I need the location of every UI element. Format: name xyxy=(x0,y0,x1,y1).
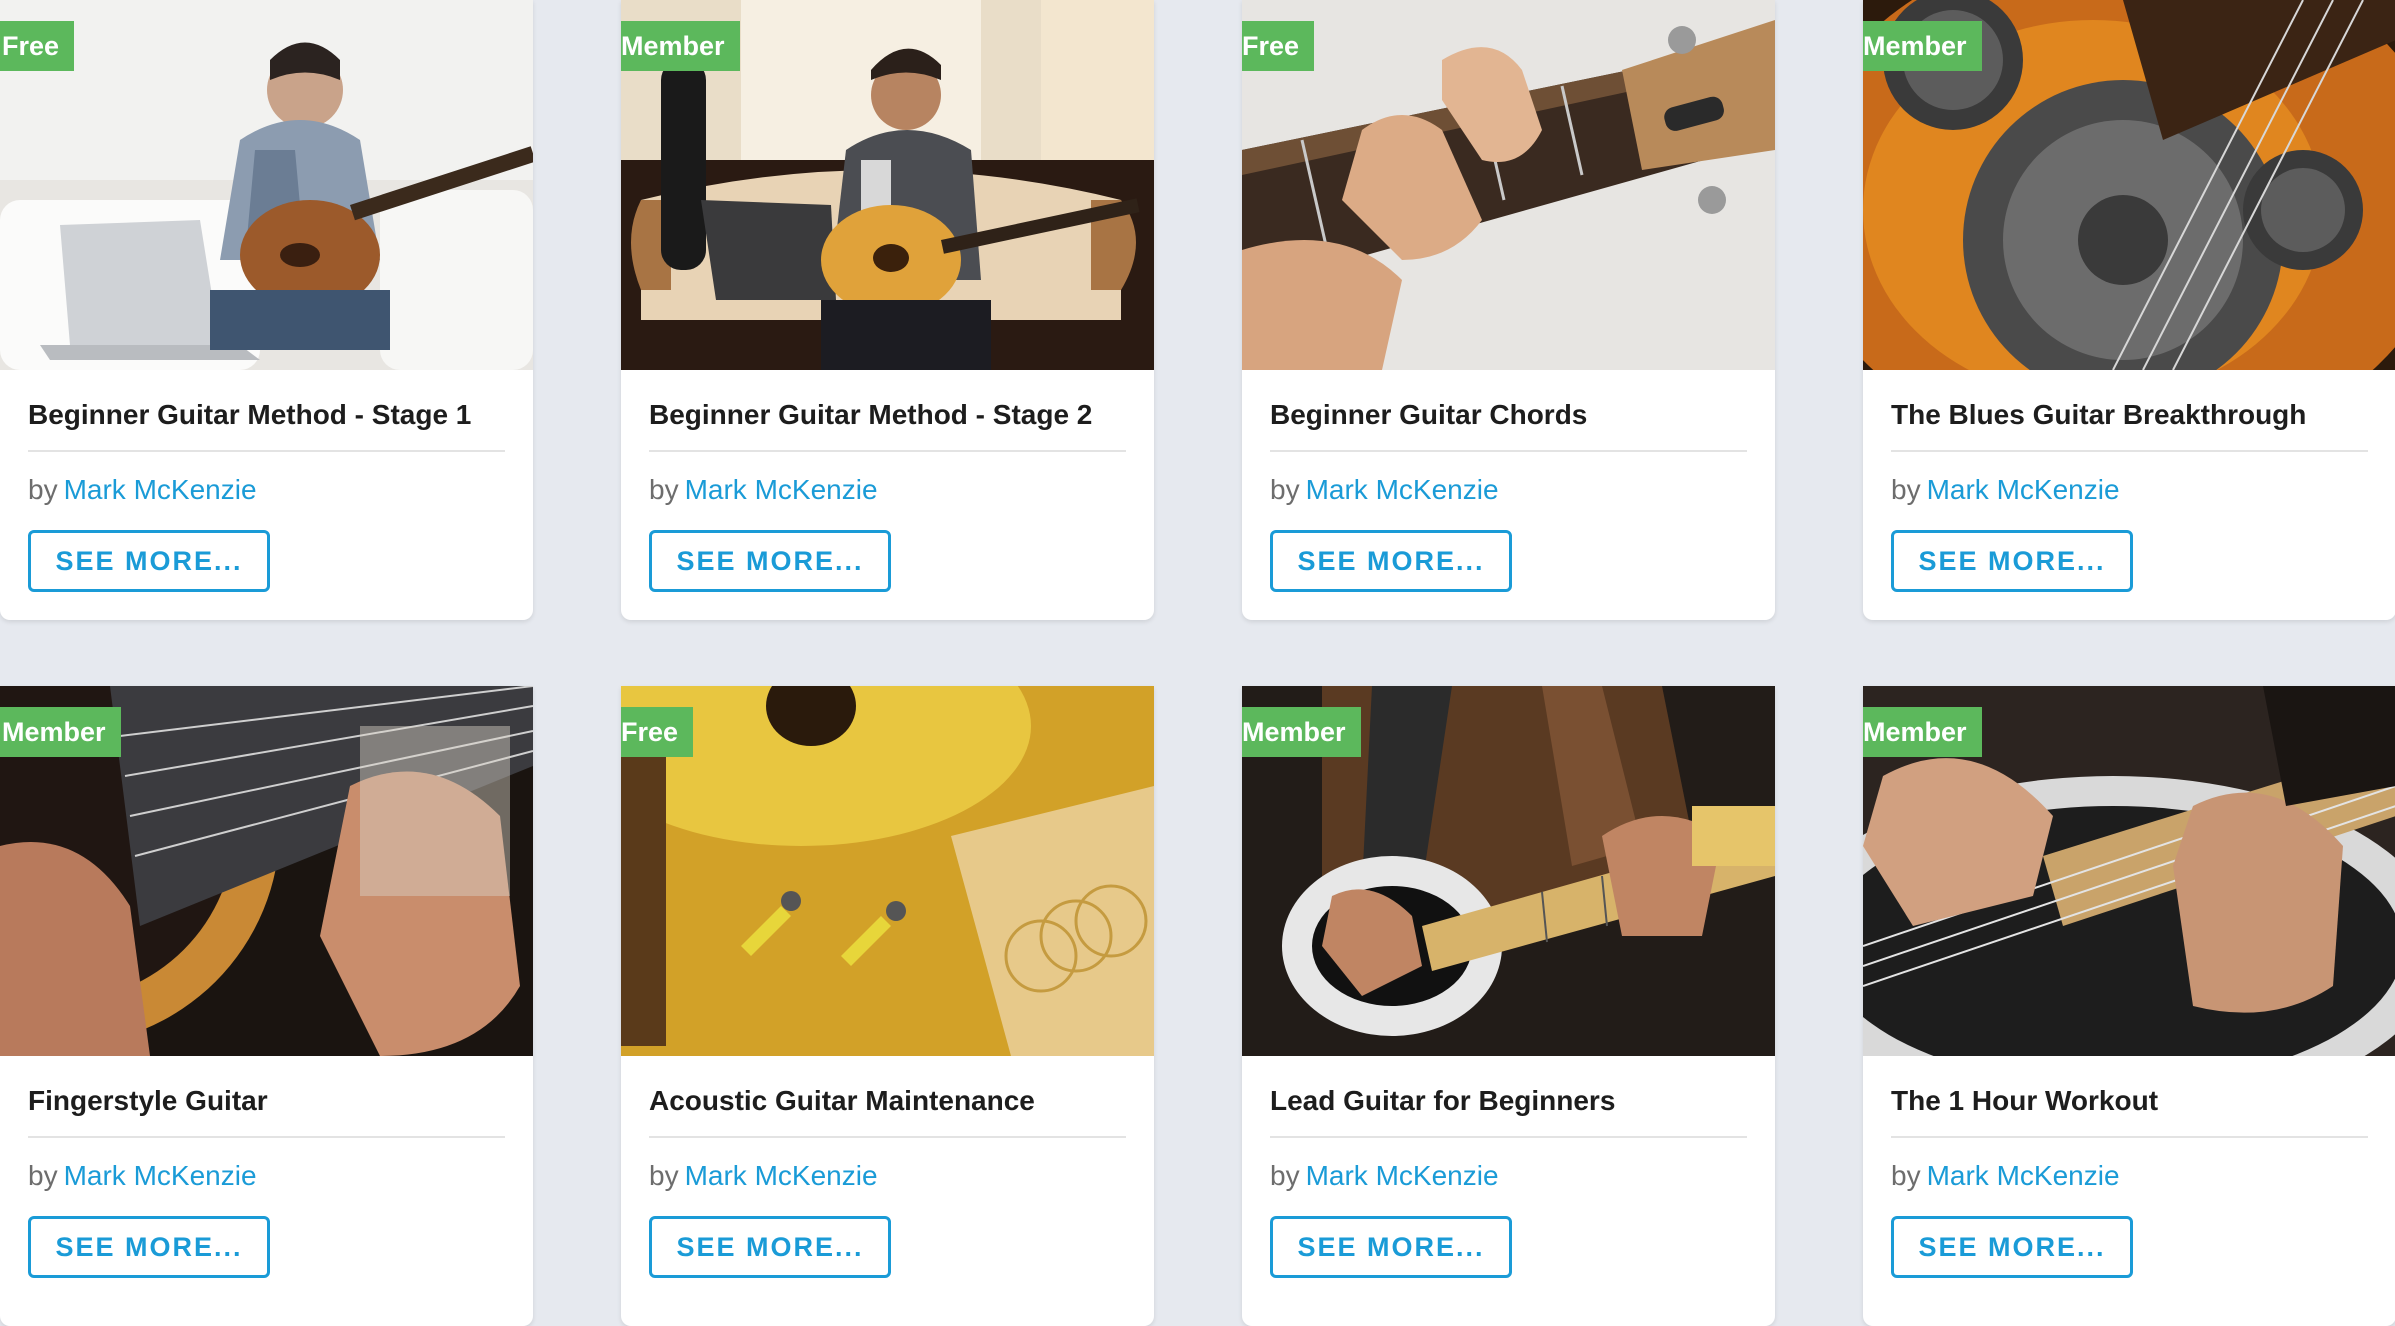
see-more-button[interactable]: SEE MORE... xyxy=(649,1216,891,1278)
divider xyxy=(1891,1136,2368,1138)
course-author: by Mark McKenzie xyxy=(1270,466,1747,514)
badge-free: Free xyxy=(1242,21,1315,83)
see-more-button[interactable]: SEE MORE... xyxy=(649,530,891,592)
see-more-button[interactable]: SEE MORE... xyxy=(28,530,270,592)
course-thumbnail[interactable]: Member xyxy=(1242,686,1775,1056)
course-thumbnail[interactable]: Free xyxy=(0,0,533,370)
badge-member: Member xyxy=(1242,707,1361,757)
course-author: by Mark McKenzie xyxy=(1891,466,2368,514)
course-title[interactable]: The 1 Hour Workout xyxy=(1891,1084,2368,1124)
course-card[interactable]: Free Beginner Guitar Method - Stage 1 by… xyxy=(0,0,533,620)
course-thumbnail[interactable]: Member xyxy=(0,686,533,1056)
card-body: Beginner Guitar Method - Stage 1 by Mark … xyxy=(0,370,533,592)
author-prefix: by xyxy=(1270,1160,1300,1191)
card-body: The Blues Guitar Breakthrough by Mark McK… xyxy=(1863,370,2395,592)
author-link[interactable]: Mark McKenzie xyxy=(64,474,257,505)
author-prefix: by xyxy=(649,1160,679,1191)
author-prefix: by xyxy=(1891,1160,1921,1191)
course-author: by Mark McKenzie xyxy=(649,466,1126,514)
badge-free: Free xyxy=(621,707,694,769)
course-card[interactable]: Member Beginner Guitar Method - Stage 2 … xyxy=(621,0,1154,620)
badge-member: Member xyxy=(0,707,121,757)
author-link[interactable]: Mark McKenzie xyxy=(685,1160,878,1191)
see-more-button[interactable]: SEE MORE... xyxy=(28,1216,270,1278)
course-title[interactable]: Acoustic Guitar Maintenance xyxy=(649,1084,1126,1124)
author-link[interactable]: Mark McKenzie xyxy=(1927,474,2120,505)
course-image xyxy=(1242,0,1775,370)
badge-member: Member xyxy=(1863,707,1982,757)
course-title[interactable]: The Blues Guitar Breakthrough xyxy=(1891,398,2368,438)
course-thumbnail[interactable]: Member xyxy=(1863,686,2395,1056)
course-card[interactable]: Free Beginner Guitar Chords by Mark McKen… xyxy=(1242,0,1775,620)
course-grid: Free Beginner Guitar Method - Stage 1 by… xyxy=(0,0,2395,1326)
course-author: by Mark McKenzie xyxy=(649,1152,1126,1200)
author-link[interactable]: Mark McKenzie xyxy=(64,1160,257,1191)
course-author: by Mark McKenzie xyxy=(1891,1152,2368,1200)
card-body: The 1 Hour Workout by Mark McKenzie SEE M… xyxy=(1863,1056,2395,1278)
course-title[interactable]: Beginner Guitar Chords xyxy=(1270,398,1747,438)
card-body: Beginner Guitar Method - Stage 2 by Mark … xyxy=(621,370,1154,592)
card-body: Fingerstyle Guitar by Mark McKenzie SEE M… xyxy=(0,1056,533,1278)
divider xyxy=(649,450,1126,452)
see-more-button[interactable]: SEE MORE... xyxy=(1891,1216,2133,1278)
author-link[interactable]: Mark McKenzie xyxy=(1927,1160,2120,1191)
badge-member: Member xyxy=(1863,21,1982,71)
divider xyxy=(1270,450,1747,452)
divider xyxy=(28,450,505,452)
course-author: by Mark McKenzie xyxy=(1270,1152,1747,1200)
author-link[interactable]: Mark McKenzie xyxy=(685,474,878,505)
badge-member: Member xyxy=(621,21,740,71)
card-body: Acoustic Guitar Maintenance by Mark McKen… xyxy=(621,1056,1154,1278)
course-author: by Mark McKenzie xyxy=(28,1152,505,1200)
course-card[interactable]: Member Fingerstyle Guitar by Mark McKenzi… xyxy=(0,686,533,1326)
course-thumbnail[interactable]: Member xyxy=(1863,0,2395,370)
course-image xyxy=(0,0,533,370)
course-title[interactable]: Beginner Guitar Method - Stage 1 xyxy=(28,398,505,438)
author-prefix: by xyxy=(1891,474,1921,505)
card-body: Lead Guitar for Beginners by Mark McKenzi… xyxy=(1242,1056,1775,1278)
author-link[interactable]: Mark McKenzie xyxy=(1306,1160,1499,1191)
course-card[interactable]: Member The 1 Hour Workout by Mark McKenzi… xyxy=(1863,686,2395,1326)
course-card[interactable]: Member Lead Guitar for Beginners by Mark … xyxy=(1242,686,1775,1326)
course-image xyxy=(621,686,1154,1056)
course-title[interactable]: Fingerstyle Guitar xyxy=(28,1084,505,1124)
see-more-button[interactable]: SEE MORE... xyxy=(1270,530,1512,592)
course-author: by Mark McKenzie xyxy=(28,466,505,514)
course-card[interactable]: Member The Blues Guitar Breakthrough by M… xyxy=(1863,0,2395,620)
see-more-button[interactable]: SEE MORE... xyxy=(1270,1216,1512,1278)
course-title[interactable]: Beginner Guitar Method - Stage 2 xyxy=(649,398,1126,438)
badge-free: Free xyxy=(0,21,75,71)
author-prefix: by xyxy=(1270,474,1300,505)
course-title[interactable]: Lead Guitar for Beginners xyxy=(1270,1084,1747,1124)
author-prefix: by xyxy=(649,474,679,505)
course-card[interactable]: Free Acoustic Guitar Maintenance by Mark … xyxy=(621,686,1154,1326)
divider xyxy=(1270,1136,1747,1138)
author-link[interactable]: Mark McKenzie xyxy=(1306,474,1499,505)
course-thumbnail[interactable]: Free xyxy=(621,686,1154,1056)
see-more-button[interactable]: SEE MORE... xyxy=(1891,530,2133,592)
author-prefix: by xyxy=(28,474,58,505)
divider xyxy=(1891,450,2368,452)
course-thumbnail[interactable]: Free xyxy=(1242,0,1775,370)
author-prefix: by xyxy=(28,1160,58,1191)
divider xyxy=(649,1136,1126,1138)
card-body: Beginner Guitar Chords by Mark McKenzie S… xyxy=(1242,370,1775,592)
course-thumbnail[interactable]: Member xyxy=(621,0,1154,370)
divider xyxy=(28,1136,505,1138)
